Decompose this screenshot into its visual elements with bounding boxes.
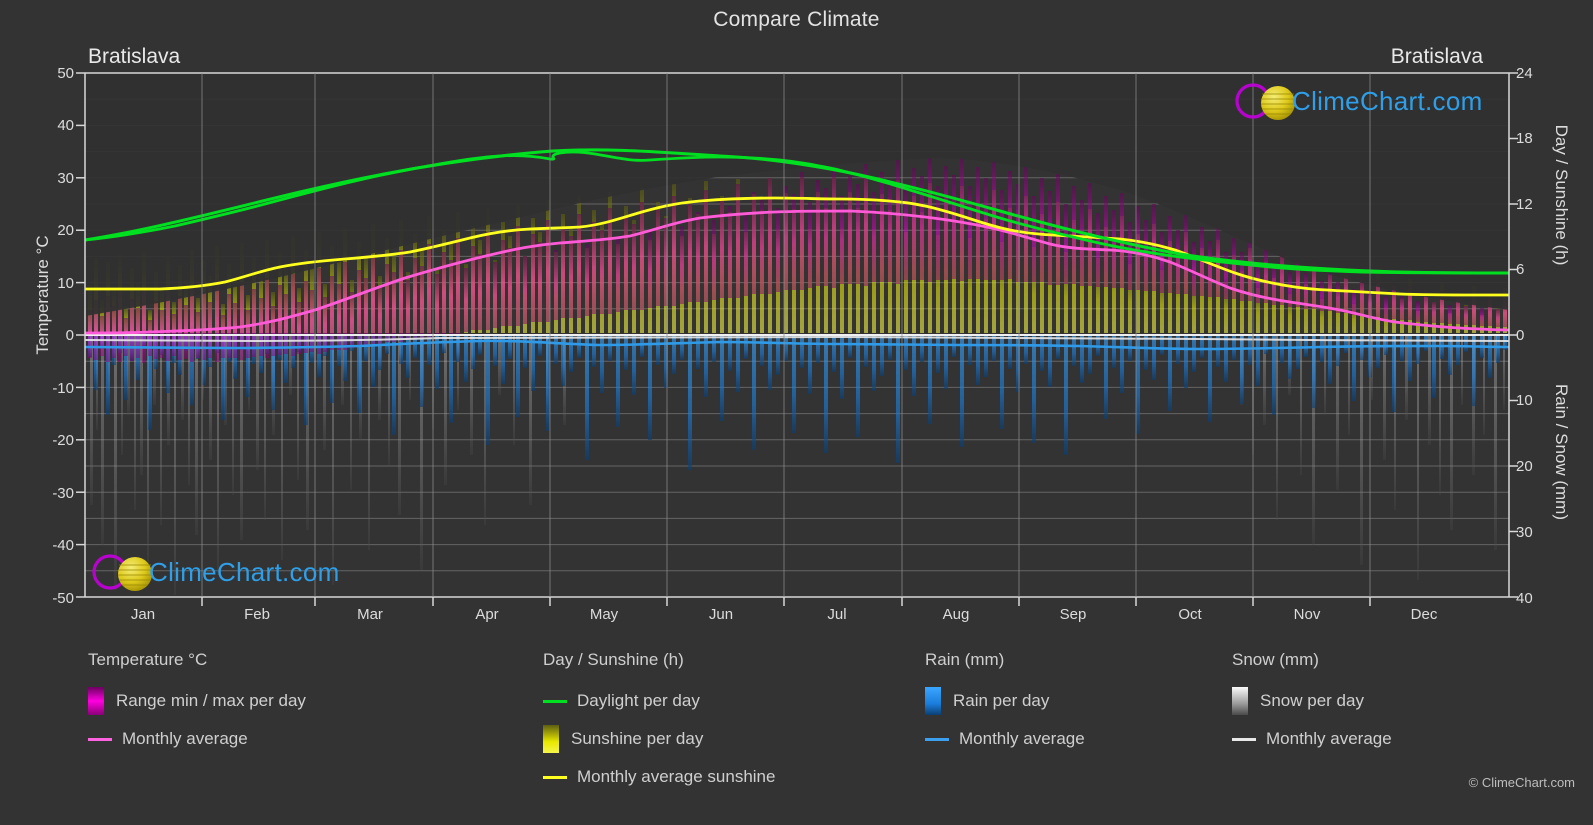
- legend-label-rain-average: Monthly average: [959, 729, 1085, 748]
- legend-heading-daysun: Day / Sunshine (h): [543, 650, 684, 669]
- legend-item-temp-average[interactable]: Monthly average: [88, 720, 306, 758]
- watermark-text-bottom: ClimeChart.com: [149, 557, 340, 588]
- legend-item-snow[interactable]: Snow per day: [1232, 682, 1392, 720]
- legend-item-sunshine-average[interactable]: Monthly average sunshine: [543, 758, 775, 796]
- axis-ticks-x: [201, 597, 1371, 606]
- swatch-snow-average: [1232, 737, 1256, 741]
- copyright-text: © ClimeChart.com: [1468, 775, 1575, 790]
- legend-label-daylight: Daylight per day: [577, 691, 700, 710]
- legend-label-snow-average: Monthly average: [1266, 729, 1392, 748]
- legend-label-snow: Snow per day: [1260, 691, 1364, 710]
- legend-group-rain: Rain (mm) Rain per day Monthly average: [925, 650, 1085, 758]
- chart-legend: Temperature °C Range min / max per day M…: [0, 650, 1593, 810]
- legend-label-temp-range: Range min / max per day: [116, 691, 306, 710]
- legend-label-sunshine-average: Monthly average sunshine: [577, 767, 776, 786]
- axis-ticks-right: [1509, 72, 1518, 598]
- watermark-text-top: ClimeChart.com: [1292, 86, 1483, 117]
- legend-group-temperature: Temperature °C Range min / max per day M…: [88, 650, 306, 758]
- legend-heading-temperature: Temperature °C: [88, 650, 208, 669]
- legend-item-rain[interactable]: Rain per day: [925, 682, 1085, 720]
- swatch-rain: [925, 687, 941, 715]
- legend-item-sunshine[interactable]: Sunshine per day: [543, 720, 775, 758]
- legend-item-temp-range[interactable]: Range min / max per day: [88, 682, 306, 720]
- legend-group-daysun: Day / Sunshine (h) Daylight per day Suns…: [543, 650, 775, 796]
- legend-heading-snow: Snow (mm): [1232, 650, 1319, 669]
- legend-item-snow-average[interactable]: Monthly average: [1232, 720, 1392, 758]
- axis-ticks-left: [76, 72, 85, 598]
- swatch-daylight: [543, 699, 567, 703]
- legend-group-snow: Snow (mm) Snow per day Monthly average: [1232, 650, 1392, 758]
- watermark-label-bottom: ClimeChart.com: [149, 557, 340, 587]
- legend-label-temp-average: Monthly average: [122, 729, 248, 748]
- swatch-snow: [1232, 687, 1248, 715]
- swatch-temp-average: [88, 737, 112, 741]
- swatch-sunshine-average: [543, 775, 567, 779]
- climate-chart-page: Compare Climate Bratislava Bratislava Te…: [0, 0, 1593, 825]
- legend-heading-rain: Rain (mm): [925, 650, 1005, 669]
- swatch-rain-average: [925, 737, 949, 741]
- watermark-label-top: ClimeChart.com: [1292, 86, 1483, 116]
- legend-label-sunshine: Sunshine per day: [571, 729, 704, 748]
- swatch-sunshine: [543, 725, 559, 753]
- legend-item-daylight[interactable]: Daylight per day: [543, 682, 775, 720]
- legend-label-rain: Rain per day: [953, 691, 1050, 710]
- legend-item-rain-average[interactable]: Monthly average: [925, 720, 1085, 758]
- swatch-temp-range: [88, 687, 104, 715]
